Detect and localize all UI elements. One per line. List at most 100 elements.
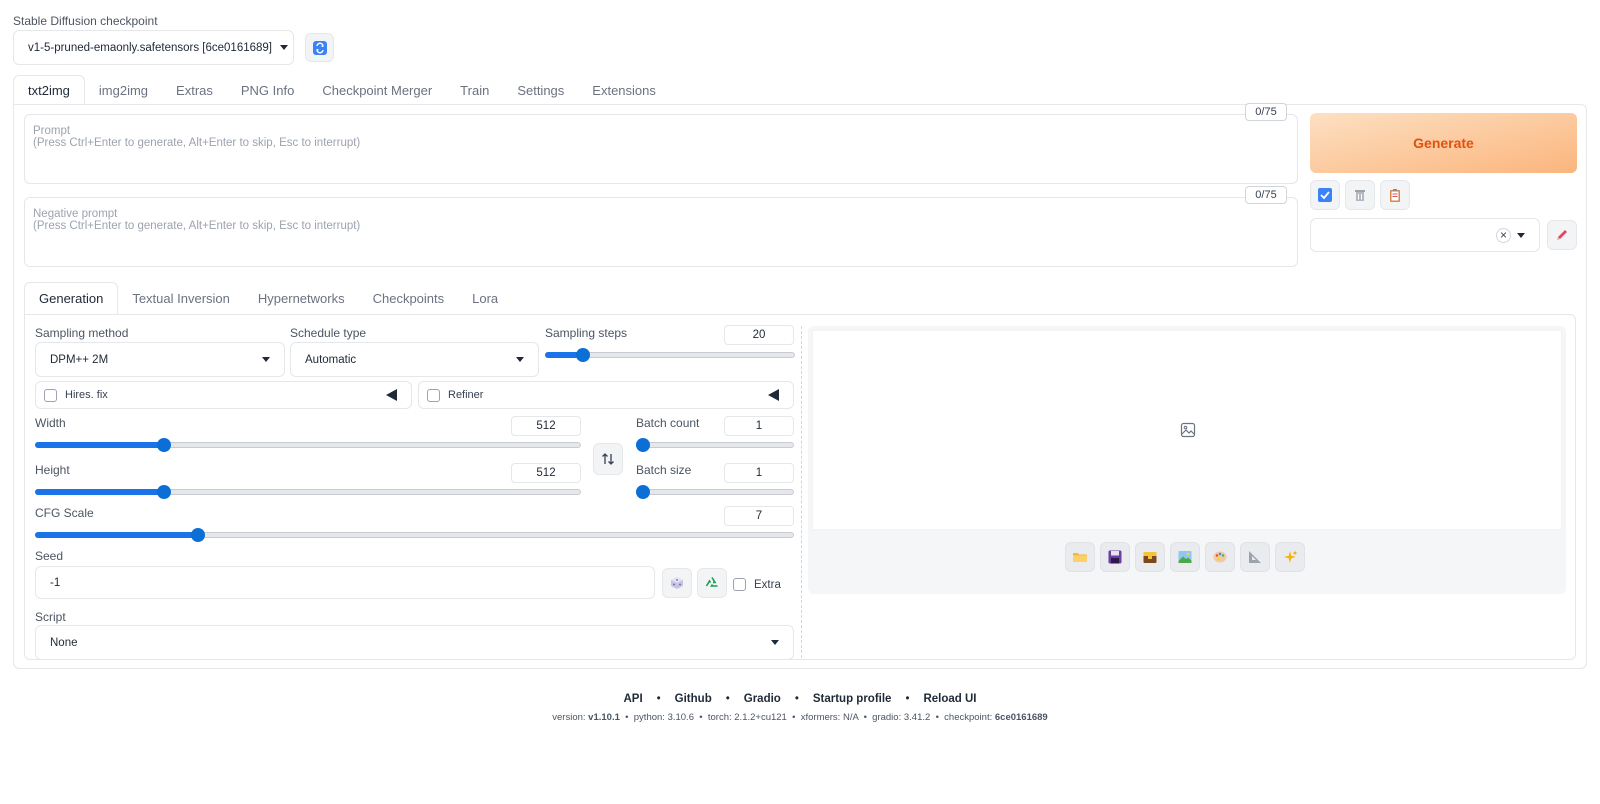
extra-seed-toggle[interactable]: Extra (733, 578, 781, 591)
tab-png-info[interactable]: PNG Info (227, 75, 308, 105)
height-input[interactable]: 512 (511, 463, 581, 483)
sampling-steps-input[interactable]: 20 (724, 325, 794, 345)
refiner-accordion[interactable]: Refiner (418, 381, 794, 409)
styles-select[interactable]: × (1310, 218, 1540, 252)
paste-button[interactable] (1380, 180, 1410, 210)
refiner-label: Refiner (448, 389, 484, 401)
send-to-img2img-button[interactable] (1170, 542, 1200, 572)
schedule-type-select[interactable]: Automatic (290, 342, 539, 377)
tab-extensions[interactable]: Extensions (578, 75, 670, 105)
version-label: version: (552, 712, 586, 723)
refresh-icon (312, 40, 327, 55)
footer-separator: • (794, 693, 799, 705)
chevron-down-icon (262, 357, 270, 362)
checkpoint-select[interactable]: v1-5-pruned-emaonly.safetensors [6ce0161… (13, 30, 294, 65)
footer-link-startup-profile[interactable]: Startup profile (813, 693, 892, 705)
batch-count-input[interactable]: 1 (724, 416, 794, 436)
slider-track[interactable] (636, 489, 794, 495)
slider-thumb[interactable] (157, 438, 171, 452)
zip-button[interactable] (1135, 542, 1165, 572)
chevron-down-icon (280, 45, 288, 50)
expand-triangle-icon[interactable] (768, 389, 779, 401)
schedule-type-value: Automatic (305, 353, 357, 366)
batch-size-input[interactable]: 1 (724, 463, 794, 483)
width-slider[interactable] (35, 438, 581, 452)
folder-icon (1073, 553, 1087, 562)
footer-links: API • Github • Gradio • Startup profile … (0, 693, 1600, 705)
chevron-down-icon (771, 640, 779, 645)
negative-prompt-input[interactable]: Negative prompt (Press Ctrl+Enter to gen… (24, 197, 1298, 267)
slider-thumb[interactable] (636, 438, 650, 452)
slider-thumb[interactable] (191, 528, 205, 542)
sampling-method-label: Sampling method (35, 326, 129, 340)
tab-img2img[interactable]: img2img (85, 75, 162, 105)
tab-lora[interactable]: Lora (458, 282, 512, 315)
swap-dimensions-button[interactable] (593, 443, 623, 475)
xformers-version: xformers: N/A (800, 712, 859, 723)
edit-styles-button[interactable] (1547, 220, 1577, 250)
clear-prompt-button[interactable] (1345, 180, 1375, 210)
seed-label: Seed (35, 549, 64, 563)
sampling-steps-slider[interactable] (545, 348, 795, 362)
gradio-version: gradio: 3.41.2 (872, 712, 931, 723)
tab-checkpoint-merger[interactable]: Checkpoint Merger (308, 75, 446, 105)
recycle-icon (705, 577, 718, 587)
slider-track[interactable] (636, 442, 794, 448)
tab-extras[interactable]: Extras (162, 75, 227, 105)
dice-icon (671, 577, 683, 589)
cfg-scale-input[interactable]: 7 (724, 506, 794, 526)
slider-thumb[interactable] (157, 485, 171, 499)
footer-separator: • (656, 693, 661, 705)
height-slider[interactable] (35, 485, 581, 499)
sampling-method-select[interactable]: DPM++ 2M (35, 342, 285, 377)
expand-triangle-icon[interactable] (386, 389, 397, 401)
slider-thumb[interactable] (636, 485, 650, 499)
batch-size-slider[interactable] (636, 485, 794, 499)
slider-fill (35, 532, 198, 538)
hires-fix-checkbox[interactable] (44, 388, 57, 402)
clear-styles-button[interactable]: × (1496, 227, 1511, 243)
generate-extras-button[interactable] (1275, 542, 1305, 572)
checkpoint-value: v1-5-pruned-emaonly.safetensors [6ce0161… (28, 41, 272, 54)
refresh-checkpoint-button[interactable] (305, 33, 334, 62)
ruler-icon (1249, 551, 1261, 563)
generation-tabs: Generation Textual Inversion Hypernetwor… (24, 282, 512, 315)
hires-fix-accordion[interactable]: Hires. fix (35, 381, 412, 409)
save-icon (1108, 550, 1122, 564)
footer-link-reload-ui[interactable]: Reload UI (923, 693, 976, 705)
swap-arrows-icon (602, 453, 614, 465)
prompt-input[interactable]: Prompt (Press Ctrl+Enter to generate, Al… (24, 114, 1298, 184)
batch-size-label: Batch size (636, 463, 692, 477)
checkpoint-label: Stable Diffusion checkpoint (13, 14, 158, 28)
script-select[interactable]: None (35, 625, 794, 660)
tab-textual-inversion[interactable]: Textual Inversion (118, 282, 244, 315)
tab-hypernetworks[interactable]: Hypernetworks (244, 282, 359, 315)
apply-styles-button[interactable] (1310, 180, 1340, 210)
send-to-extras-button[interactable] (1240, 542, 1270, 572)
open-folder-button[interactable] (1065, 542, 1095, 572)
width-input[interactable]: 512 (511, 416, 581, 436)
tab-txt2img[interactable]: txt2img (13, 75, 85, 105)
cfg-scale-slider[interactable] (35, 528, 794, 542)
save-button[interactable] (1100, 542, 1130, 572)
send-to-inpaint-button[interactable] (1205, 542, 1235, 572)
slider-thumb[interactable] (576, 348, 590, 362)
footer-link-gradio[interactable]: Gradio (744, 693, 781, 705)
extra-seed-checkbox[interactable] (733, 578, 746, 591)
batch-count-slider[interactable] (636, 438, 794, 452)
reuse-seed-button[interactable] (697, 568, 727, 598)
sparkle-icon (1284, 550, 1298, 563)
negative-prompt-placeholder-title: Negative prompt (33, 208, 118, 220)
tab-generation[interactable]: Generation (24, 282, 119, 315)
gallery-toolbar (1065, 542, 1305, 572)
trash-icon (1355, 190, 1365, 201)
tab-settings[interactable]: Settings (503, 75, 578, 105)
footer-link-github[interactable]: Github (675, 693, 712, 705)
seed-input[interactable]: -1 (35, 566, 655, 599)
footer-link-api[interactable]: API (623, 693, 642, 705)
random-seed-button[interactable] (662, 568, 692, 598)
tab-checkpoints[interactable]: Checkpoints (359, 282, 459, 315)
refiner-checkbox[interactable] (427, 388, 440, 402)
tab-train[interactable]: Train (446, 75, 503, 105)
generate-button[interactable]: Generate (1310, 113, 1577, 173)
